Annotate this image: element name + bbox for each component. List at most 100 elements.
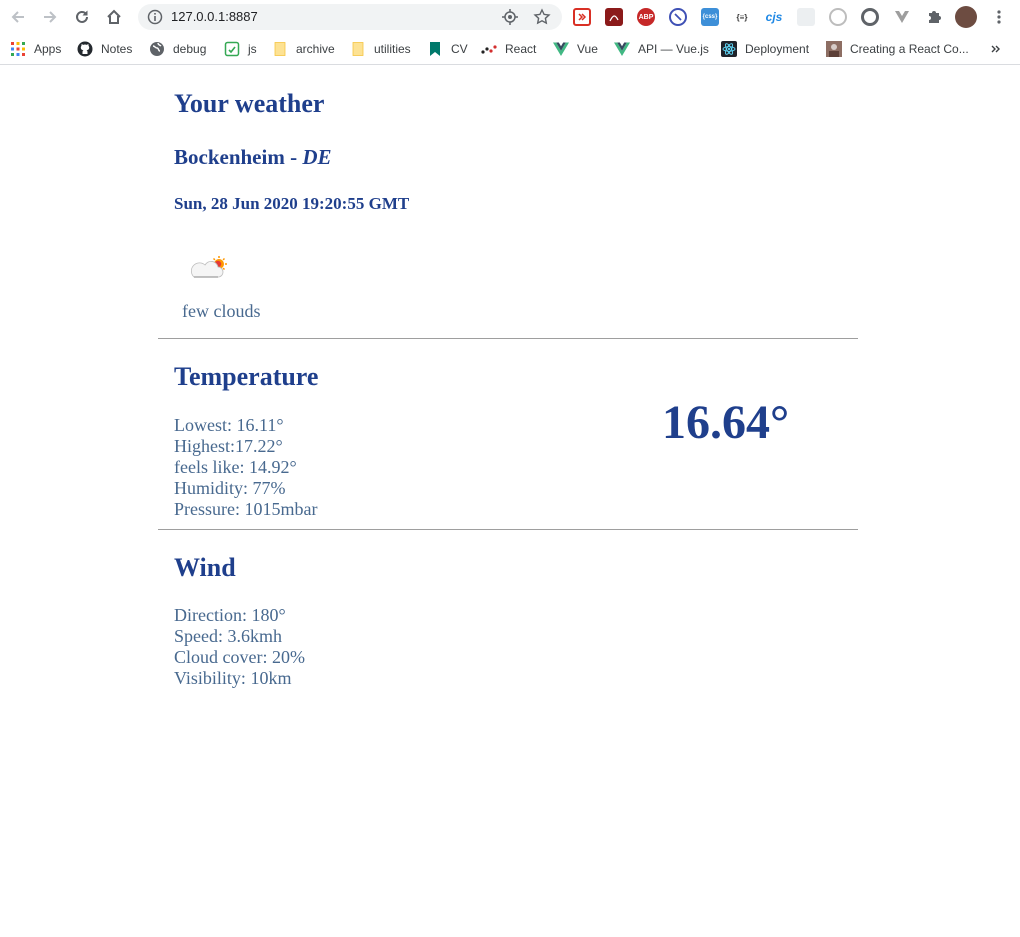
- extension-cjs-icon[interactable]: cjs: [765, 8, 783, 26]
- stat-value: 3.6kmh: [227, 626, 283, 646]
- stat-speed: Speed: 3.6kmh: [174, 626, 305, 647]
- temperature-heading: Temperature: [174, 362, 319, 391]
- back-button[interactable]: [6, 5, 30, 29]
- stat-value: 17.22°: [235, 436, 283, 456]
- stat-feels-like: feels like: 14.92°: [174, 457, 317, 478]
- current-temperature: 16.64°: [662, 396, 790, 449]
- shield-icon: [224, 41, 240, 57]
- stat-value: 1015mbar: [244, 499, 318, 519]
- section-divider: [158, 338, 858, 339]
- stat-highest: Highest:17.22°: [174, 436, 317, 457]
- stat-value: 10km: [250, 668, 292, 688]
- bookmark-label: Deployment: [745, 42, 810, 56]
- vue-icon: [614, 42, 630, 56]
- wind-heading: Wind: [174, 553, 236, 582]
- extension-record-icon[interactable]: [573, 8, 591, 26]
- stat-value: 180°: [251, 605, 286, 625]
- folder-icon: [352, 42, 364, 56]
- extension-vue-devtools-icon[interactable]: [893, 8, 911, 26]
- bookmark-apps[interactable]: Apps: [10, 40, 61, 58]
- page-title: Your weather: [174, 89, 325, 118]
- location-target-icon[interactable]: [501, 8, 519, 26]
- stat-value: 14.92°: [248, 457, 297, 477]
- bookmark-debug[interactable]: debug: [149, 40, 206, 58]
- bookmark-react[interactable]: React: [481, 40, 536, 58]
- bookmark-deployment[interactable]: Deployment: [721, 40, 809, 58]
- extension-json-icon[interactable]: {≡}: [733, 8, 751, 26]
- forward-button[interactable]: [38, 5, 62, 29]
- bookmark-vue[interactable]: Vue: [553, 40, 598, 58]
- stat-visibility: Visibility: 10km: [174, 668, 305, 689]
- extension-grey-icon[interactable]: [797, 8, 815, 26]
- bookmark-label: React: [505, 42, 537, 56]
- bookmark-label: archive: [296, 42, 335, 56]
- bookmark-icon: [430, 42, 440, 56]
- stat-cloud-cover: Cloud cover: 20%: [174, 647, 305, 668]
- stat-label: Visibility:: [174, 668, 251, 688]
- weather-description: few clouds: [182, 301, 261, 321]
- bookmark-js[interactable]: js: [224, 40, 257, 58]
- stat-label: Direction:: [174, 605, 252, 625]
- bookmark-label: debug: [173, 42, 207, 56]
- bookmarks-overflow-button[interactable]: [991, 40, 1001, 58]
- arrow-left-icon: [11, 11, 24, 23]
- country-code: DE: [302, 145, 332, 169]
- reload-button[interactable]: [70, 5, 94, 29]
- apps-grid-icon: [11, 42, 25, 56]
- chevron-double-right-icon: [991, 45, 1000, 53]
- wind-stats: Direction: 180° Speed: 3.6kmh Cloud cove…: [174, 605, 305, 689]
- bookmark-label: Creating a React Co...: [850, 42, 969, 56]
- browser-menu-button[interactable]: [990, 8, 1008, 26]
- stat-lowest: Lowest: 16.11°: [174, 415, 317, 436]
- extension-block-icon[interactable]: [669, 8, 687, 26]
- extension-circle-icon[interactable]: [829, 8, 847, 26]
- bookmark-label: js: [248, 42, 257, 56]
- stat-label: feels like:: [174, 457, 249, 477]
- bookmark-label: utilities: [374, 42, 411, 56]
- bookmarks-bar: Apps Notes debug js archive utilities CV…: [0, 34, 1020, 65]
- stat-label: Cloud cover:: [174, 647, 272, 667]
- react-atom-icon: [721, 41, 737, 57]
- bookmark-api-vuejs[interactable]: API — Vue.js: [614, 40, 709, 58]
- bookmark-creating-react[interactable]: Creating a React Co...: [826, 40, 969, 58]
- extension-pdf-icon[interactable]: [605, 8, 623, 26]
- profile-avatar[interactable]: [955, 6, 977, 28]
- stat-label: Humidity:: [174, 478, 253, 498]
- extension-moon-icon[interactable]: [861, 8, 879, 26]
- reload-icon: [76, 10, 88, 23]
- location-heading: Bockenheim - DE: [174, 145, 332, 170]
- address-bar[interactable]: 127.0.0.1:8887: [138, 4, 562, 30]
- extension-adblock-icon[interactable]: ABP: [637, 8, 655, 26]
- stat-label: Highest:: [174, 436, 235, 456]
- stat-label: Pressure:: [174, 499, 245, 519]
- extension-css-icon[interactable]: {css}: [701, 8, 719, 26]
- observation-datetime: Sun, 28 Jun 2020 19:20:55 GMT: [174, 194, 410, 213]
- home-icon: [107, 9, 121, 24]
- vue-icon: [553, 42, 569, 56]
- more-vertical-icon: [997, 10, 1001, 24]
- stat-value: 77%: [252, 478, 286, 498]
- stat-humidity: Humidity: 77%: [174, 478, 317, 499]
- stat-value: 16.11°: [236, 415, 284, 435]
- bookmark-notes[interactable]: Notes: [77, 40, 132, 58]
- city-name: Bockenheim: [174, 145, 285, 169]
- bookmark-utilities[interactable]: utilities: [350, 40, 411, 58]
- bookmark-archive[interactable]: archive: [272, 40, 335, 58]
- extensions-puzzle-icon[interactable]: [925, 8, 943, 26]
- star-icon[interactable]: [533, 8, 551, 26]
- bookmark-label: Vue: [577, 42, 598, 56]
- bookmark-cv[interactable]: CV: [427, 40, 468, 58]
- arrow-right-icon: [44, 11, 57, 23]
- address-url[interactable]: 127.0.0.1:8887: [171, 9, 258, 24]
- stat-label: Speed:: [174, 626, 228, 646]
- temperature-stats: Lowest: 16.11° Highest:17.22° feels like…: [174, 415, 317, 520]
- home-button[interactable]: [102, 5, 126, 29]
- bookmark-label: CV: [451, 42, 468, 56]
- bookmark-label: Apps: [34, 42, 62, 56]
- globe-icon: [150, 42, 164, 56]
- github-icon: [77, 41, 93, 57]
- location-separator: -: [284, 145, 303, 169]
- folder-icon: [274, 42, 286, 56]
- info-icon[interactable]: [146, 8, 164, 26]
- react-dots-icon: [481, 45, 497, 54]
